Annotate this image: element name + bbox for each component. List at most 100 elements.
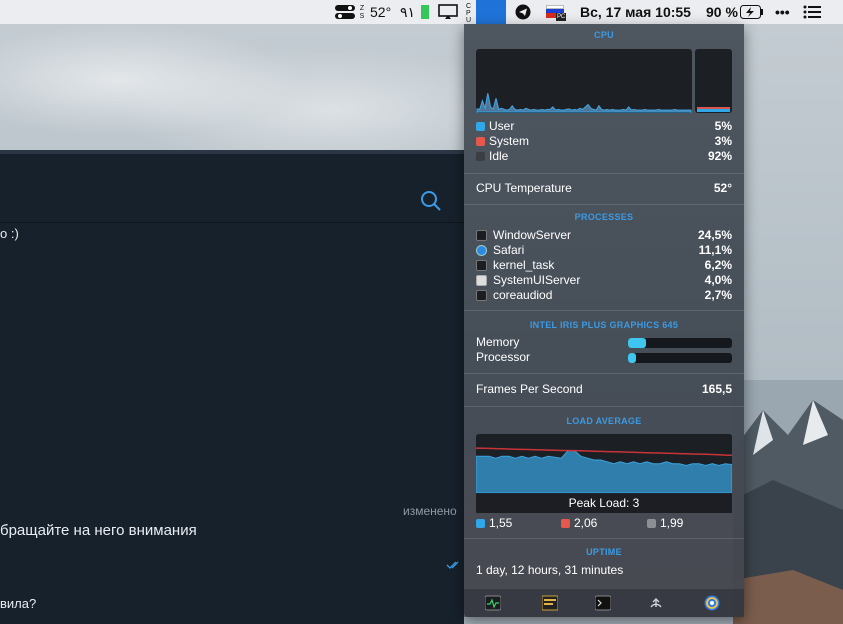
cpu-history-graph [476,49,732,113]
document-icon [476,275,487,286]
safari-icon [476,245,487,256]
cpu-temperature-row: CPU Temperature 52° [476,181,732,196]
menubar-number-glyph[interactable]: ٩١ [400,0,415,24]
terminal-icon [476,290,487,301]
chat-message: бращайте на него внимания [0,522,197,539]
cpu-temperature-value: 52° [713,181,732,195]
gpu-memory-row: Memory [476,335,732,350]
chat-message-fragment: вила? [0,596,37,611]
input-source-label: РС [556,13,567,21]
load-average-graph: Peak Load: 3 [476,434,732,513]
telegram-icon[interactable] [515,4,531,20]
process-name: SystemUIServer [493,273,581,287]
fps-label: Frames Per Second [476,382,583,396]
processes-section-title: PROCESSES [574,212,634,222]
legend-swatch [647,519,656,528]
separator [464,373,744,374]
process-cpu-value: 2,7% [704,288,732,302]
gpu-memory-bar [628,338,732,348]
process-name: Safari [493,243,525,257]
load-average-item: 1,55 [476,516,556,531]
terminal-icon [476,260,487,271]
legend-swatch [476,519,485,528]
process-cpu-value: 11,1% [698,243,732,257]
load-average-section-title: LOAD AVERAGE [566,416,642,426]
cpu-usage-value: 3% [714,134,732,148]
cpu-usage-value: 92% [707,149,732,163]
console-icon[interactable] [542,595,558,611]
gpu-processor-bar [628,353,732,363]
process-row: WindowServer 24,5% [476,228,732,243]
cpu-section-title: CPU [594,30,614,40]
more-items-button[interactable]: ••• [775,0,790,24]
battery-charging-icon[interactable] [740,5,764,19]
settings-icon[interactable] [704,595,720,611]
load-average-item: 1,99 [647,516,727,531]
chat-header [0,154,464,223]
cpu-menu-graph[interactable] [476,0,506,24]
gpu-memory-fill [628,338,646,348]
process-row: kernel_task 6,2% [476,258,732,273]
cpu-temperature-label: CPU Temperature [476,181,572,195]
load-average-item: 2,06 [561,516,641,531]
separator [464,310,744,311]
legend-swatch [476,122,485,131]
search-icon[interactable] [420,190,442,212]
fps-value: 165,5 [701,382,732,396]
system-stats-panel: CPU User 5% System 3% Idle 92% CPU Temperatur… [464,24,744,617]
process-cpu-value: 6,2% [704,258,732,272]
menubar-temperature[interactable]: 52° [370,0,391,24]
process-name: kernel_task [493,258,555,272]
load-average-value: 2,06 [574,516,598,530]
process-row: Safari 11,1% [476,243,732,258]
process-name: WindowServer [493,228,572,242]
menubar-datetime[interactable]: Вс, 17 мая 10:55 [580,0,691,24]
separator [464,173,744,174]
separator [464,538,744,539]
panel-toolbar [464,589,744,617]
process-name: coreaudiod [493,288,553,302]
read-checkmarks-icon [446,561,459,569]
menu-bar: ZS 52° ٩١ CPU РС Вс, 17 мая 10:55 90 % •… [0,0,843,24]
battery-level-icon [421,5,429,19]
cpu-usage-value: 5% [714,119,732,133]
chat-message-fragment: о :) [0,226,19,241]
cpu-label-icon: CPU [466,3,472,24]
cpu-usage-row: Idle 92% [476,149,732,164]
separator [464,204,744,205]
gpu-memory-label: Memory [476,335,520,349]
gpu-section-title: INTEL IRIS PLUS GRAPHICS 645 [529,320,679,330]
display-icon[interactable] [438,4,458,20]
temperature-sensor-icon: ZS [359,5,365,20]
process-row: coreaudiod 2,7% [476,288,732,303]
battery-percent[interactable]: 90 % [706,0,738,24]
notification-center-icon[interactable] [803,5,821,19]
gpu-processor-fill [628,353,637,363]
peak-load-label: Peak Load: 3 [569,496,640,510]
separator [464,406,744,407]
uptime-section-title: UPTIME [586,547,622,557]
cpu-usage-label: Idle [489,149,509,163]
process-cpu-value: 4,0% [704,273,732,287]
legend-swatch [476,152,485,161]
cpu-current-system-bar [697,107,730,109]
activity-monitor-icon[interactable] [485,595,501,611]
terminal-icon [476,230,487,241]
message-edited-label: изменено [403,504,457,518]
cpu-usage-label: System [489,134,530,148]
network-icon[interactable] [648,595,664,611]
uptime-row: 1 day, 12 hours, 31 minutes [476,563,732,578]
mountain-wallpaper [733,380,843,624]
cpu-usage-row: User 5% [476,119,732,134]
legend-swatch [476,137,485,146]
fps-row: Frames Per Second 165,5 [476,382,732,397]
load-average-value: 1,99 [660,516,684,530]
process-cpu-value: 24,5% [697,228,732,242]
process-row: SystemUIServer 4,0% [476,273,732,288]
uptime-value: 1 day, 12 hours, 31 minutes [476,563,624,577]
legend-swatch [561,519,570,528]
cpu-usage-label: User [489,119,515,133]
terminal-icon[interactable] [595,595,611,611]
switches-icon[interactable] [335,4,355,20]
load-average-value: 1,55 [489,516,513,530]
